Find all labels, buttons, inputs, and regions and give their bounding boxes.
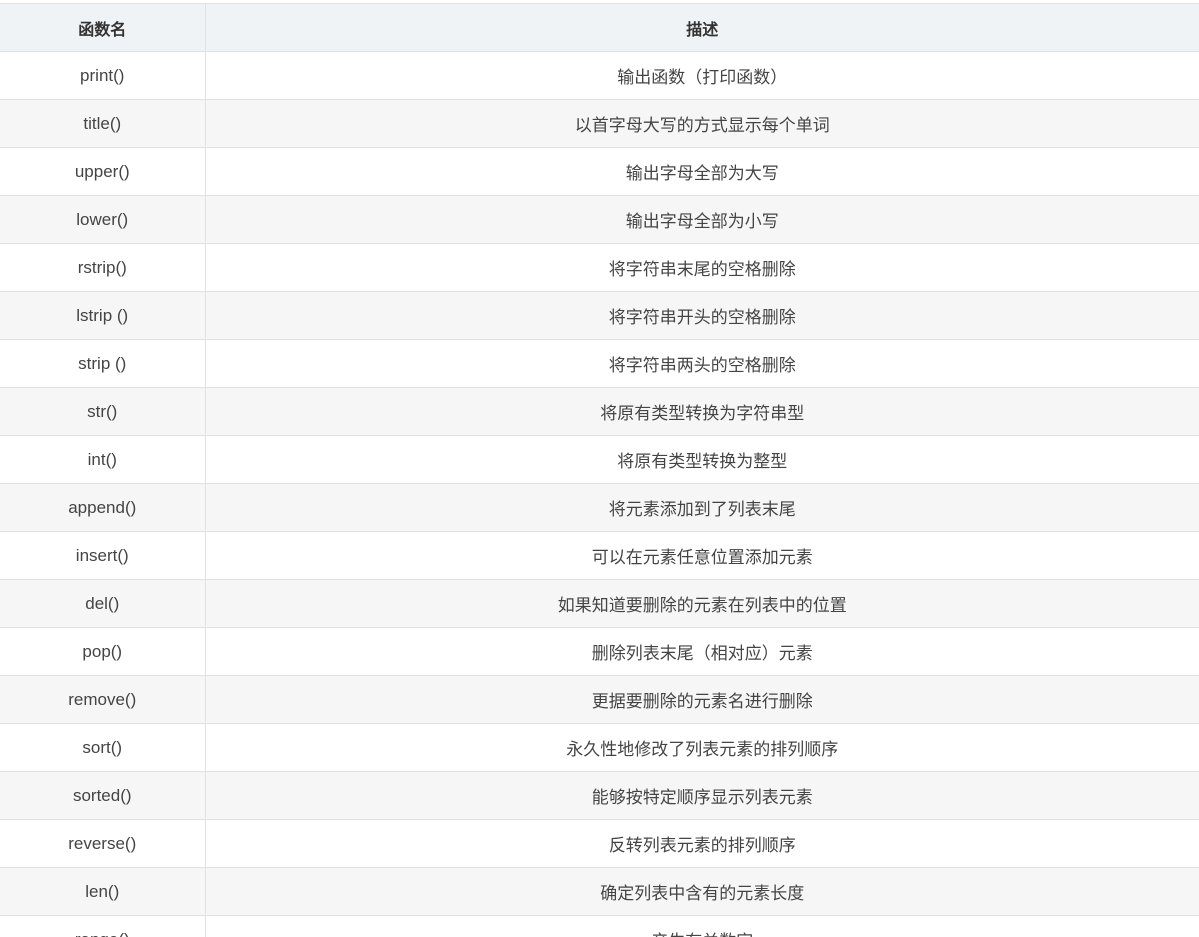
table-row: rstrip() 将字符串末尾的空格删除 (0, 243, 1199, 292)
table-row: str() 将原有类型转换为字符串型 (0, 387, 1199, 436)
header-description: 描述 (205, 3, 1199, 52)
description-cell: 可以在元素任意位置添加元素 (205, 531, 1199, 580)
description-cell: 永久性地修改了列表元素的排列顺序 (205, 723, 1199, 772)
function-name-cell: sort() (0, 723, 206, 772)
table-header-row: 函数名 描述 (0, 3, 1199, 52)
table-row: reverse() 反转列表元素的排列顺序 (0, 819, 1199, 868)
description-cell: 输出函数（打印函数） (205, 51, 1199, 100)
table-row: append() 将元素添加到了列表末尾 (0, 483, 1199, 532)
function-name-cell: rstrip() (0, 243, 206, 292)
function-table: 函数名 描述 print() 输出函数（打印函数） title() 以首字母大写… (0, 3, 1199, 937)
table-row: pop() 删除列表末尾（相对应）元素 (0, 627, 1199, 676)
table-row: insert() 可以在元素任意位置添加元素 (0, 531, 1199, 580)
function-name-cell: print() (0, 51, 206, 100)
function-name-cell: pop() (0, 627, 206, 676)
table-row: title() 以首字母大写的方式显示每个单词 (0, 99, 1199, 148)
function-name-cell: reverse() (0, 819, 206, 868)
description-cell: 将原有类型转换为整型 (205, 435, 1199, 484)
header-function-name: 函数名 (0, 3, 206, 52)
function-name-cell: strip () (0, 339, 206, 388)
table-row: lower() 输出字母全部为小写 (0, 195, 1199, 244)
function-name-cell: len() (0, 867, 206, 916)
function-name-cell: del() (0, 579, 206, 628)
description-cell: 将原有类型转换为字符串型 (205, 387, 1199, 436)
function-name-cell: upper() (0, 147, 206, 196)
table-row: remove() 更据要删除的元素名进行删除 (0, 675, 1199, 724)
function-name-cell: insert() (0, 531, 206, 580)
description-cell: 将字符串两头的空格删除 (205, 339, 1199, 388)
table-row: sort() 永久性地修改了列表元素的排列顺序 (0, 723, 1199, 772)
table-row: int() 将原有类型转换为整型 (0, 435, 1199, 484)
table-row: range() 产生有关数字 (0, 915, 1199, 937)
description-cell: 删除列表末尾（相对应）元素 (205, 627, 1199, 676)
table-row: del() 如果知道要删除的元素在列表中的位置 (0, 579, 1199, 628)
description-cell: 输出字母全部为大写 (205, 147, 1199, 196)
table-row: print() 输出函数（打印函数） (0, 51, 1199, 100)
description-cell: 将元素添加到了列表末尾 (205, 483, 1199, 532)
function-name-cell: range() (0, 915, 206, 937)
description-cell: 确定列表中含有的元素长度 (205, 867, 1199, 916)
function-name-cell: title() (0, 99, 206, 148)
description-cell: 反转列表元素的排列顺序 (205, 819, 1199, 868)
function-name-cell: sorted() (0, 771, 206, 820)
function-name-cell: append() (0, 483, 206, 532)
description-cell: 以首字母大写的方式显示每个单词 (205, 99, 1199, 148)
description-cell: 将字符串开头的空格删除 (205, 291, 1199, 340)
description-cell: 产生有关数字 (205, 915, 1199, 937)
table-row: upper() 输出字母全部为大写 (0, 147, 1199, 196)
function-name-cell: remove() (0, 675, 206, 724)
description-cell: 输出字母全部为小写 (205, 195, 1199, 244)
function-table-container: 函数名 描述 print() 输出函数（打印函数） title() 以首字母大写… (0, 3, 1199, 937)
table-row: lstrip () 将字符串开头的空格删除 (0, 291, 1199, 340)
description-cell: 更据要删除的元素名进行删除 (205, 675, 1199, 724)
function-name-cell: str() (0, 387, 206, 436)
table-row: sorted() 能够按特定顺序显示列表元素 (0, 771, 1199, 820)
table-row: strip () 将字符串两头的空格删除 (0, 339, 1199, 388)
description-cell: 如果知道要删除的元素在列表中的位置 (205, 579, 1199, 628)
function-name-cell: int() (0, 435, 206, 484)
description-cell: 能够按特定顺序显示列表元素 (205, 771, 1199, 820)
function-name-cell: lstrip () (0, 291, 206, 340)
table-row: len() 确定列表中含有的元素长度 (0, 867, 1199, 916)
description-cell: 将字符串末尾的空格删除 (205, 243, 1199, 292)
function-name-cell: lower() (0, 195, 206, 244)
